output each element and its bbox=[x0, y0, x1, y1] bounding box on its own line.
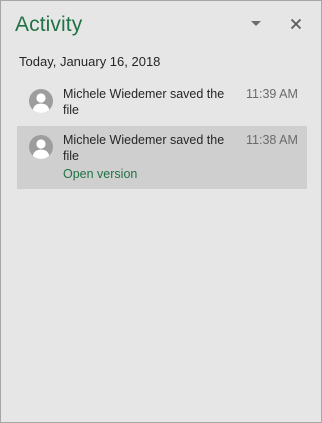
entry-time: 11:39 AM bbox=[246, 87, 298, 101]
activity-entry-selected[interactable]: Michele Wiedemer saved the file 11:38 AM… bbox=[17, 126, 307, 189]
entry-description: Michele Wiedemer saved the file bbox=[63, 133, 225, 163]
pane-options-button[interactable] bbox=[247, 17, 265, 31]
activity-pane: Activity Today, January 16, 2018 Michele… bbox=[0, 0, 322, 423]
close-icon bbox=[290, 18, 302, 30]
dropdown-caret-icon bbox=[251, 21, 261, 26]
group-date-heading: Today, January 16, 2018 bbox=[19, 54, 161, 69]
entry-time: 11:38 AM bbox=[246, 133, 298, 147]
person-icon bbox=[29, 135, 53, 159]
close-button[interactable] bbox=[287, 15, 305, 33]
entry-description: Michele Wiedemer saved the file bbox=[63, 87, 225, 117]
activity-entry[interactable]: Michele Wiedemer saved the file 11:39 AM bbox=[17, 80, 307, 122]
open-version-link[interactable]: Open version bbox=[63, 166, 137, 182]
person-icon bbox=[29, 89, 53, 113]
pane-title: Activity bbox=[15, 13, 83, 36]
